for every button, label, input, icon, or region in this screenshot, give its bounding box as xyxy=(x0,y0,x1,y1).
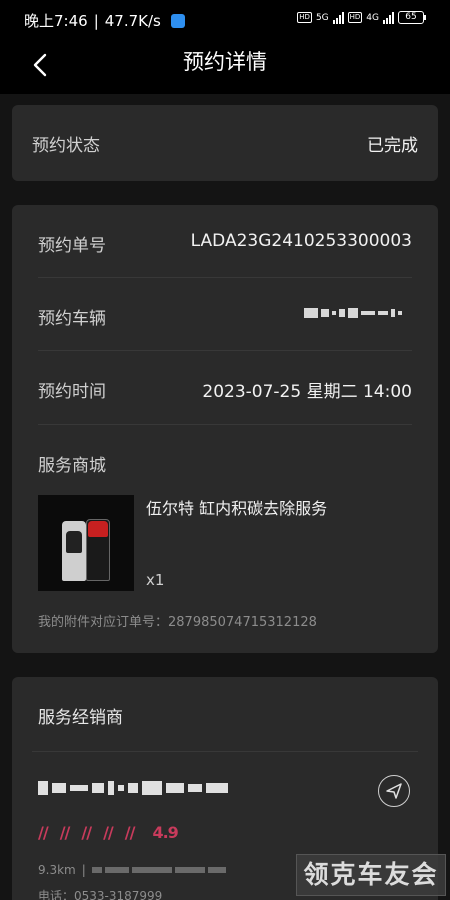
send-arrow-icon xyxy=(386,783,402,799)
page-title: 预约详情 xyxy=(183,50,267,74)
tag-redacted: // xyxy=(124,823,136,842)
vehicle-label: 预约车辆 xyxy=(38,309,106,329)
dealer-phone: 电话：0533-3187999 xyxy=(38,889,163,900)
product-name: 伍尔特 缸内积碳去除服务 xyxy=(146,499,328,518)
dealer-rating: 4.9 xyxy=(152,823,178,842)
distance-value: 9.3km xyxy=(38,863,76,877)
dealer-label: 服务经销商 xyxy=(38,708,123,728)
net-speed: 47.7K/s xyxy=(104,11,161,30)
address-redacted xyxy=(91,867,226,873)
status-card: 预约状态 已完成 xyxy=(12,105,438,181)
tag-redacted: // xyxy=(81,823,92,842)
status-value: 已完成 xyxy=(367,136,418,156)
time-value: 2023-07-25 星期二 14:00 xyxy=(202,382,412,402)
dealer-tags: // // // // // 4.9 xyxy=(38,823,179,842)
time-label: 预约时间 xyxy=(38,382,106,402)
network-4g-label: 4G xyxy=(366,12,379,23)
hd-icon-2: HD xyxy=(347,12,363,23)
hd-icon: HD xyxy=(297,12,312,23)
tag-redacted: // xyxy=(38,823,49,842)
order-number-row: 预约单号 LADA23G2410253300003 xyxy=(38,205,412,278)
tag-redacted: // xyxy=(103,823,114,842)
status-label: 预约状态 xyxy=(32,136,100,156)
attachment-order-number: 我的附件对应订单号：287985074715312128 xyxy=(38,615,317,630)
status-bar: 晚上7:46 | 47.7K/s HD 5G HD 4G 65 xyxy=(0,0,450,36)
product-quantity: x1 xyxy=(146,571,165,589)
vehicle-value-redacted xyxy=(304,308,402,318)
appointment-time-row: 预约时间 2023-07-25 星期二 14:00 xyxy=(38,351,412,425)
vehicle-row: 预约车辆 xyxy=(38,278,412,351)
signal-icon-2 xyxy=(383,11,394,24)
signal-icon xyxy=(332,11,344,24)
divider xyxy=(32,751,418,752)
navigate-button[interactable] xyxy=(378,775,410,807)
dealer-distance: 9.3km | xyxy=(38,863,226,877)
order-number-label: 预约单号 xyxy=(38,236,106,256)
nav-bar: 预约详情 xyxy=(0,36,450,94)
tag-redacted: // xyxy=(59,823,71,842)
order-number-value: LADA23G2410253300003 xyxy=(190,231,412,251)
details-card: 预约单号 LADA23G2410253300003 预约车辆 预约时间 2023… xyxy=(12,205,438,653)
app-notification-icon xyxy=(170,13,185,28)
dealer-name-redacted xyxy=(38,781,228,795)
service-mall-label: 服务商城 xyxy=(38,456,106,476)
clock: 晚上7:46 xyxy=(24,12,88,30)
watermark-logo: 领克车友会 xyxy=(296,854,446,896)
battery-icon: 65 xyxy=(398,11,426,24)
product-image[interactable] xyxy=(38,495,134,591)
network-5g-label: 5G xyxy=(315,12,329,23)
